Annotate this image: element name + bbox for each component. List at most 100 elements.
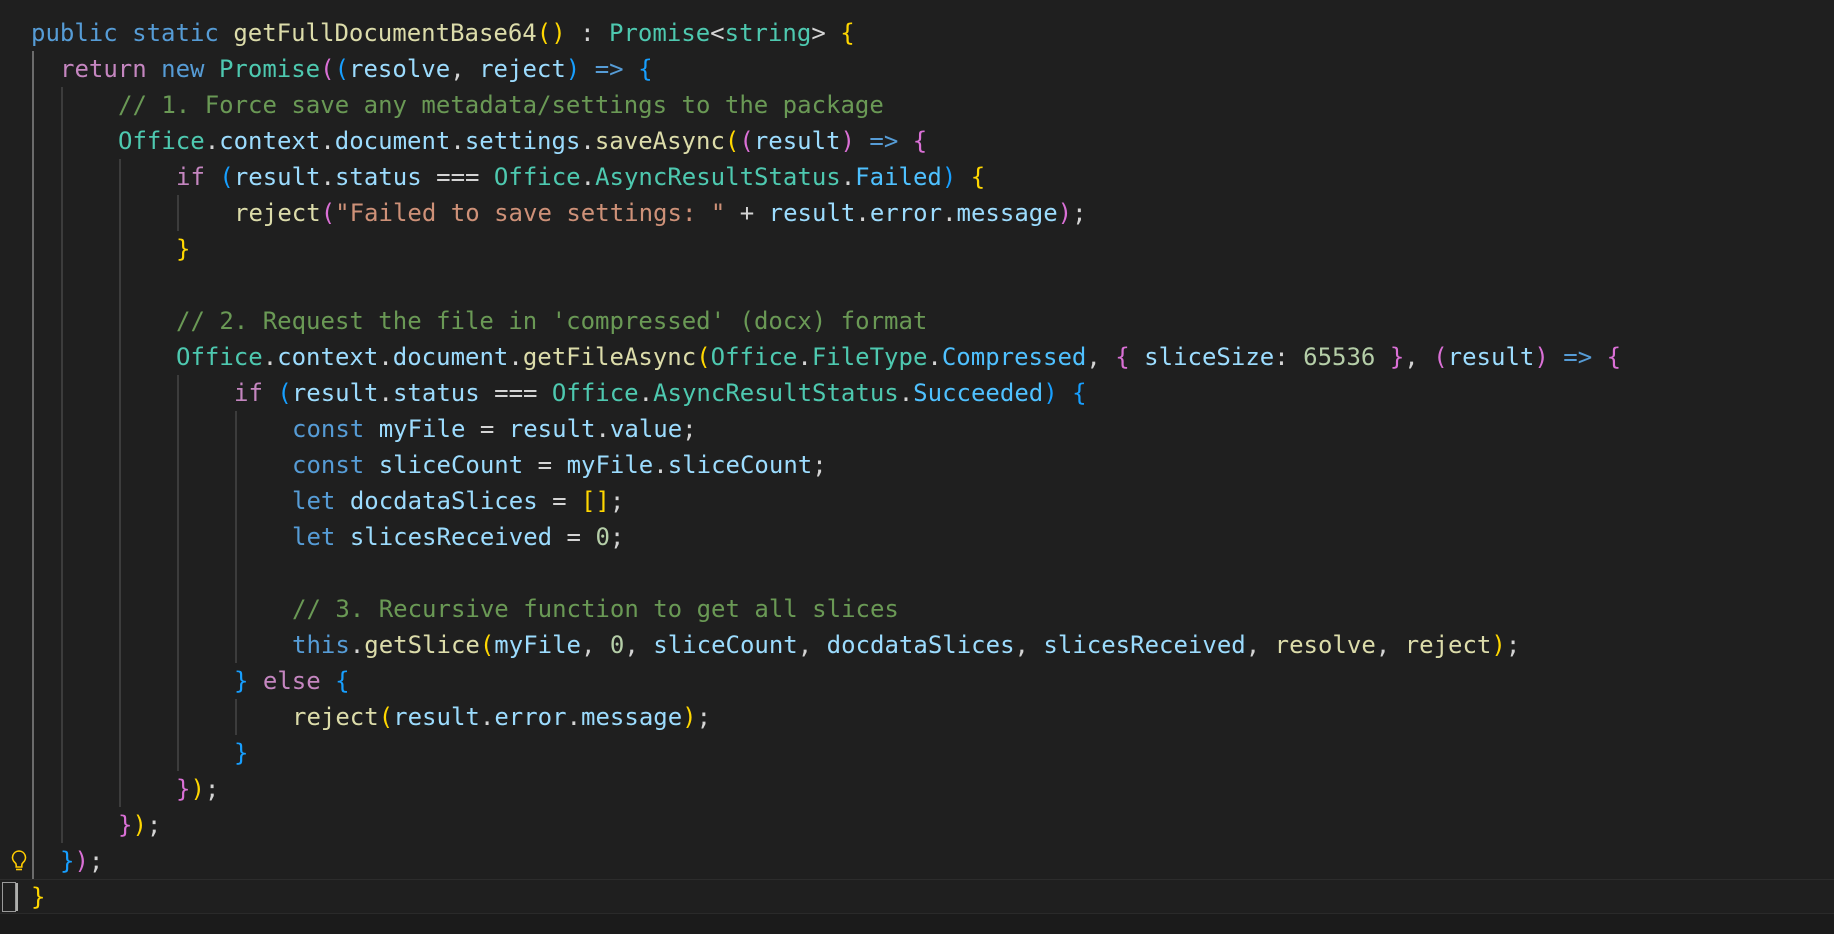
code-line[interactable]: }); — [0, 843, 1834, 879]
code-token: { — [840, 19, 855, 47]
code-line[interactable]: // 3. Recursive function to get all slic… — [0, 591, 1834, 627]
code-token: . — [638, 379, 654, 407]
code-token: context — [219, 127, 321, 155]
indent-guide — [61, 87, 63, 123]
indent-guide — [235, 411, 237, 447]
code-line[interactable]: const sliceCount = myFile.sliceCount; — [0, 447, 1834, 483]
code-token: { — [912, 127, 928, 155]
code-line[interactable]: }); — [0, 771, 1834, 807]
code-line[interactable]: this.getSlice(myFile, 0, sliceCount, doc… — [0, 627, 1834, 663]
code-line[interactable]: return new Promise((resolve, reject) => … — [0, 51, 1834, 87]
code-token: ; — [682, 415, 697, 443]
code-token: ; — [1072, 199, 1087, 227]
code-line[interactable]: // 2. Request the file in 'compressed' (… — [0, 303, 1834, 339]
code-token: => — [594, 55, 624, 83]
indent-guide — [61, 159, 63, 195]
code-line[interactable] — [0, 267, 1834, 303]
code-token: [] — [581, 487, 610, 515]
code-token: if — [176, 163, 205, 191]
indent-guide — [61, 267, 63, 303]
code-token: ( — [320, 199, 336, 227]
horizontal-scrollbar[interactable] — [0, 913, 1834, 934]
code-token: ) — [1043, 379, 1058, 407]
indent-guide — [235, 555, 237, 591]
code-token: ( — [479, 631, 495, 659]
code-line[interactable]: Office.context.document.settings.saveAsy… — [0, 123, 1834, 159]
code-token: if — [234, 379, 263, 407]
code-token: = — [537, 487, 582, 515]
code-editor[interactable]: public static getFullDocumentBase64() : … — [0, 0, 1834, 934]
code-line[interactable]: // 1. Force save any metadata/settings t… — [0, 87, 1834, 123]
code-token: ) — [682, 703, 697, 731]
code-line[interactable]: reject("Failed to save settings: " + res… — [0, 195, 1834, 231]
indent-guide — [61, 303, 63, 339]
code-line[interactable] — [0, 555, 1834, 591]
code-area[interactable]: public static getFullDocumentBase64() : … — [0, 15, 1834, 915]
indent-guide — [61, 447, 63, 483]
code-token: myFile — [494, 631, 581, 659]
indent-guide — [119, 627, 121, 663]
indent-guide — [32, 771, 34, 807]
code-token: . — [797, 343, 812, 371]
indent-guide — [61, 699, 63, 735]
code-token: } — [234, 739, 249, 767]
lightbulb-icon[interactable] — [8, 843, 30, 879]
code-token: . — [378, 379, 393, 407]
code-token: error — [494, 703, 567, 731]
indent-guide — [32, 231, 34, 267]
code-line[interactable]: } — [0, 231, 1834, 267]
code-line[interactable]: if (result.status === Office.AsyncResult… — [0, 375, 1834, 411]
code-line[interactable]: reject(result.error.message); — [0, 699, 1834, 735]
indent-guide — [177, 627, 179, 663]
code-token: ; — [146, 811, 162, 839]
code-token: . — [450, 127, 465, 155]
code-line[interactable]: } else { — [0, 663, 1834, 699]
code-line[interactable]: const myFile = result.value; — [0, 411, 1834, 447]
code-token: ( — [219, 163, 234, 191]
code-token: this — [292, 631, 350, 659]
code-token: = — [465, 415, 509, 443]
indent-guide — [32, 483, 34, 519]
code-token: } — [1389, 343, 1405, 371]
code-token: ; — [609, 523, 625, 551]
indent-guide — [61, 483, 63, 519]
indent-guide — [119, 339, 121, 375]
code-token: } — [176, 775, 191, 803]
code-line-text: const sliceCount = myFile.sliceCount; — [292, 447, 827, 483]
code-token: settings — [464, 127, 581, 155]
code-token: status — [334, 163, 422, 191]
indent-guide — [119, 231, 121, 267]
code-token: let — [292, 523, 336, 551]
code-line[interactable]: let slicesReceived = 0; — [0, 519, 1834, 555]
code-token: , — [624, 631, 654, 659]
code-token: message — [956, 199, 1058, 227]
indent-guide — [32, 591, 34, 627]
code-line[interactable]: let docdataSlices = []; — [0, 483, 1834, 519]
indent-guide — [119, 411, 121, 447]
code-token: = — [552, 523, 596, 551]
code-line[interactable]: Office.context.document.getFileAsync(Off… — [0, 339, 1834, 375]
code-line[interactable]: } — [0, 735, 1834, 771]
code-token: document — [334, 127, 451, 155]
indent-guide — [61, 231, 63, 267]
code-token: ) — [1491, 631, 1506, 659]
code-line[interactable]: public static getFullDocumentBase64() : … — [0, 15, 1834, 51]
code-token: ; — [204, 775, 220, 803]
code-token: Compressed — [941, 343, 1087, 371]
code-line-text: }); — [118, 807, 161, 843]
code-token: docdataSlices — [826, 631, 1015, 659]
code-token: => — [869, 127, 899, 155]
indent-guide — [119, 483, 121, 519]
code-line[interactable]: } — [0, 879, 1834, 915]
code-line[interactable]: if (result.status === Office.AsyncResult… — [0, 159, 1834, 195]
indent-guide — [177, 483, 179, 519]
code-token: 0 — [595, 523, 610, 551]
indent-guide — [119, 699, 121, 735]
code-token: ; — [812, 451, 827, 479]
code-token: . — [927, 343, 942, 371]
code-line[interactable]: }); — [0, 807, 1834, 843]
